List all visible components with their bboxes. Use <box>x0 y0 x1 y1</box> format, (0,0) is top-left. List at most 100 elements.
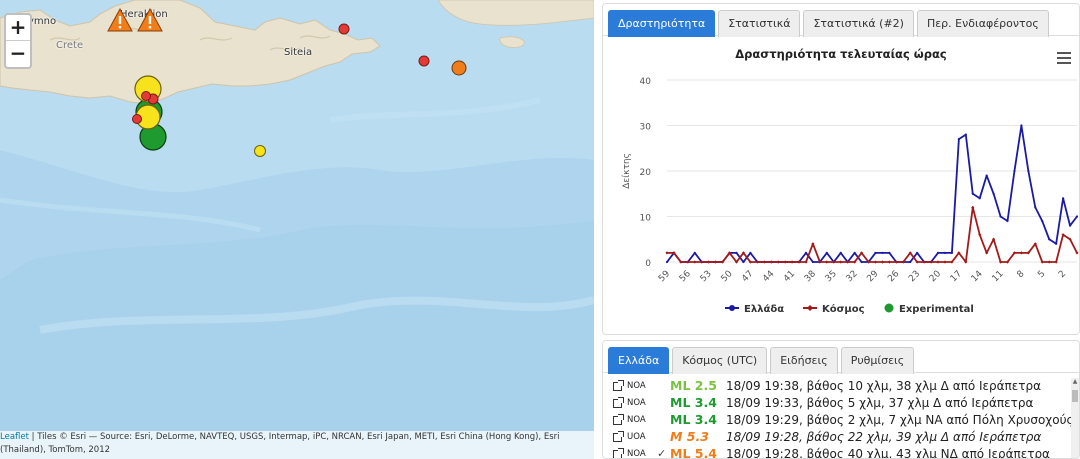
tab-regions-of-interest[interactable]: Περ. Ενδιαφέροντος <box>916 10 1049 37</box>
data-point <box>1020 124 1023 127</box>
external-link-icon[interactable] <box>613 397 624 408</box>
data-point <box>825 251 828 254</box>
x-tick-label: 26 <box>886 269 901 284</box>
zoom-in-button[interactable]: + <box>6 15 30 41</box>
data-point <box>943 260 947 264</box>
data-point <box>964 133 967 136</box>
data-point <box>950 251 954 254</box>
scroll-thumb[interactable] <box>1072 390 1078 402</box>
series-line-0 <box>666 124 1078 263</box>
app-root: ymno Heraklion Crete Siteia + − Leaflet … <box>0 0 1080 459</box>
external-link-icon[interactable] <box>613 448 624 458</box>
data-point <box>873 260 878 264</box>
map-tiles <box>0 0 594 459</box>
data-point <box>860 260 863 264</box>
legend-label[interactable]: Ελλάδα <box>744 303 784 315</box>
event-source: NOA <box>627 381 646 391</box>
external-link-icon[interactable] <box>613 414 624 425</box>
x-tick-label: 32 <box>845 269 860 284</box>
event-row[interactable]: NOA ML 2.5 18/09 19:38, βάθος 10 χλμ, 38 χ… <box>603 378 1073 395</box>
data-point <box>916 251 919 254</box>
data-point <box>957 138 960 141</box>
series-line-1 <box>667 206 1078 263</box>
event-magnitude: ML 5.4 <box>670 446 717 459</box>
data-point <box>665 260 669 264</box>
data-point <box>839 251 842 254</box>
data-point <box>735 251 738 254</box>
data-point <box>749 251 752 254</box>
legend-label[interactable]: Experimental <box>899 304 974 315</box>
x-tick-label: 23 <box>907 269 922 284</box>
event-source: NOA <box>627 398 646 408</box>
data-point <box>769 260 773 264</box>
data-point <box>811 260 815 264</box>
x-tick-label: 59 <box>657 269 672 284</box>
x-tick-label: 11 <box>991 269 1006 284</box>
event-row[interactable]: NOA ML 3.4 18/09 19:33, βάθος 5 χλμ, 37 χλ… <box>603 395 1073 412</box>
tab-world-utc[interactable]: Κόσμος (UTC) <box>672 347 768 374</box>
chart-title: Δραστηριότητα τελευταίας ώρας <box>735 47 947 61</box>
tab-activity[interactable]: Δραστηριότητα <box>608 10 716 37</box>
data-point <box>992 192 995 195</box>
chart-menu-icon[interactable] <box>1057 52 1071 67</box>
top-tab-bar: Δραστηριότητα Στατιστικά Στατιστικά (#2)… <box>603 4 1079 37</box>
data-point <box>909 260 912 264</box>
external-link-icon[interactable] <box>613 431 624 442</box>
tab-statistics-2[interactable]: Στατιστικά (#2) <box>803 10 914 37</box>
data-point <box>874 251 877 254</box>
scroll-up-icon[interactable]: ▲ <box>1071 378 1079 386</box>
data-point <box>999 215 1002 218</box>
map-label-siteia: Siteia <box>284 47 313 58</box>
event-source: UOA <box>627 432 646 442</box>
event-check-icon: ✓ <box>657 447 667 459</box>
data-point <box>1048 238 1051 241</box>
y-tick-label: 40 <box>640 77 652 87</box>
legend-marker <box>729 305 735 311</box>
data-point <box>888 251 891 254</box>
data-point <box>936 260 940 264</box>
event-magnitude: ML 3.4 <box>670 395 717 410</box>
map-label-crete: Crete <box>56 40 84 51</box>
data-point <box>880 260 885 264</box>
data-point <box>714 260 718 264</box>
tab-statistics[interactable]: Στατιστικά <box>718 10 801 37</box>
event-description: 18/09 19:38, βάθος 10 χλμ, 38 χλμ Δ από … <box>726 379 1041 393</box>
data-point <box>1006 219 1009 223</box>
leaflet-link[interactable]: Leaflet <box>0 432 29 442</box>
data-point <box>1055 242 1058 245</box>
panel-separator <box>594 0 602 459</box>
event-description: 18/09 19:28, βάθος 22 χλμ, 39 χλμ Δ από … <box>726 430 1042 444</box>
event-description: 18/09 19:28, βάθος 40 χλμ, 43 χλμ ΝΔ από… <box>726 447 1050 459</box>
event-magnitude: ML 3.4 <box>670 412 717 427</box>
data-point <box>1027 169 1030 173</box>
attribution-text: | Tiles © Esri — Source: Esri, DeLorme, … <box>0 432 560 455</box>
event-row[interactable]: UOA M 5.3 18/09 19:28, βάθος 22 χλμ, 39 χλ… <box>603 429 1073 446</box>
event-magnitude: M 5.3 <box>670 429 709 444</box>
data-point <box>1019 251 1024 255</box>
earthquake-map[interactable]: ymno Heraklion Crete Siteia + − Leaflet … <box>0 0 594 459</box>
x-tick-label: 44 <box>761 269 776 284</box>
x-tick-label: 41 <box>782 269 797 284</box>
zoom-control: + − <box>4 13 32 69</box>
data-point <box>943 251 947 254</box>
warning-marker-icon[interactable] <box>107 8 133 32</box>
zoom-out-button[interactable]: − <box>6 41 30 67</box>
data-point <box>887 260 891 264</box>
event-list-scrollbar[interactable]: ▲ <box>1071 378 1079 458</box>
x-tick-label: 8 <box>1015 269 1026 280</box>
tab-greece[interactable]: Ελλάδα <box>608 347 670 374</box>
legend-marker <box>807 305 813 311</box>
external-link-icon[interactable] <box>613 380 624 391</box>
map-attribution: Leaflet | Tiles © Esri — Source: Esri, D… <box>0 431 594 459</box>
tab-news[interactable]: Ειδήσεις <box>770 347 838 374</box>
tab-settings[interactable]: Ρυθμίσεις <box>840 347 915 374</box>
legend-label[interactable]: Κόσμος <box>822 303 865 315</box>
event-row[interactable]: NOA ML 3.4 18/09 19:29, βάθος 2 χλμ, 7 χλμ… <box>603 412 1073 429</box>
x-tick-label: 20 <box>928 269 943 284</box>
event-source: NOA <box>627 415 646 425</box>
event-row[interactable]: NOA ✓ ML 5.4 18/09 19:28, βάθος 40 χλμ, 43 … <box>603 446 1073 459</box>
x-tick-label: 53 <box>699 269 714 284</box>
x-tick-label: 35 <box>824 269 839 284</box>
warning-marker-icon[interactable] <box>137 8 163 32</box>
legend-marker <box>884 303 894 313</box>
